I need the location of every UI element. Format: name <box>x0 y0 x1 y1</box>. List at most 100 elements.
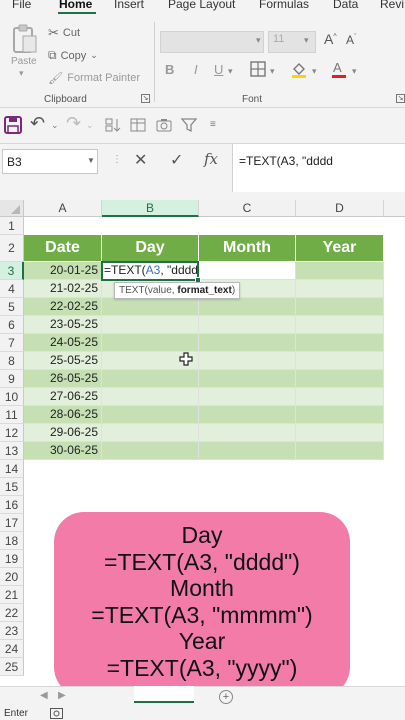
row-header[interactable]: 25 <box>0 658 24 676</box>
row-header[interactable]: 19 <box>0 550 24 568</box>
paste-icon[interactable] <box>12 24 38 54</box>
bold-button[interactable]: B <box>165 62 174 77</box>
underline-button[interactable]: U <box>214 62 223 77</box>
table-cell[interactable] <box>296 316 384 334</box>
paste-dropdown-icon[interactable]: ▾ <box>19 68 24 79</box>
row-header[interactable]: 9 <box>0 370 24 388</box>
add-sheet-icon[interactable]: + <box>219 690 233 704</box>
column-header-c[interactable]: C <box>199 200 296 217</box>
row-header[interactable]: 3 <box>0 262 24 280</box>
table-cell[interactable] <box>296 388 384 406</box>
next-sheet-icon[interactable]: ▶ <box>58 690 66 701</box>
row-header[interactable]: 17 <box>0 514 24 532</box>
table-cell[interactable] <box>296 370 384 388</box>
table-cell[interactable] <box>102 424 199 442</box>
cut-button[interactable]: ✂ Cut <box>48 25 80 41</box>
date-cell[interactable]: 22-02-25 <box>24 298 102 316</box>
table-cell[interactable] <box>296 280 384 298</box>
row-header[interactable]: 4 <box>0 280 24 298</box>
name-box[interactable]: B3 <box>2 149 98 174</box>
select-all-button[interactable] <box>0 200 24 217</box>
row-header[interactable]: 15 <box>0 478 24 496</box>
clipboard-launcher-icon[interactable]: ↘ <box>141 94 150 103</box>
table-cell[interactable] <box>199 298 296 316</box>
table-cell[interactable] <box>296 424 384 442</box>
copy-button[interactable]: ⧉ Copy ⌄ <box>48 48 98 63</box>
font-name-select[interactable] <box>160 31 264 53</box>
table-cell[interactable] <box>199 388 296 406</box>
table-cell[interactable] <box>199 406 296 424</box>
table-cell[interactable] <box>199 442 296 460</box>
date-cell[interactable]: 20-01-25 <box>24 262 102 280</box>
row-header[interactable]: 10 <box>0 388 24 406</box>
font-launcher-icon[interactable]: ↘ <box>396 94 405 103</box>
table-cell[interactable] <box>199 316 296 334</box>
table-cell[interactable] <box>199 262 296 280</box>
save-icon[interactable] <box>4 116 22 134</box>
table-cell[interactable] <box>199 424 296 442</box>
tab-file[interactable]: File <box>12 0 31 11</box>
table-cell[interactable] <box>296 334 384 352</box>
row-header[interactable]: 2 <box>0 235 24 262</box>
borders-icon[interactable] <box>250 61 266 77</box>
table-header-cell[interactable]: Month <box>199 235 296 262</box>
row-header[interactable]: 18 <box>0 532 24 550</box>
tab-insert[interactable]: Insert <box>114 0 144 11</box>
tab-formulas[interactable]: Formulas <box>259 0 309 11</box>
tab-page-layout[interactable]: Page Layout <box>168 0 235 11</box>
row-header[interactable]: 5 <box>0 298 24 316</box>
date-cell[interactable]: 25-05-25 <box>24 352 102 370</box>
tab-home[interactable]: Home <box>59 0 92 11</box>
enter-check-icon[interactable]: ✓ <box>170 150 183 170</box>
column-header-d[interactable]: D <box>296 200 384 217</box>
tab-review[interactable]: Revi <box>380 0 404 11</box>
table-cell[interactable] <box>102 316 199 334</box>
row-header[interactable]: 7 <box>0 334 24 352</box>
row-header[interactable]: 11 <box>0 406 24 424</box>
table-cell[interactable] <box>102 298 199 316</box>
table-cell[interactable] <box>296 262 384 280</box>
row-header[interactable]: 8 <box>0 352 24 370</box>
table-cell[interactable] <box>296 442 384 460</box>
row-header[interactable]: 24 <box>0 640 24 658</box>
table-icon[interactable] <box>129 116 147 134</box>
redo-icon[interactable]: ↷ <box>66 113 81 134</box>
tab-data[interactable]: Data <box>333 0 358 11</box>
date-cell[interactable]: 28-06-25 <box>24 406 102 424</box>
customize-toolbar-icon[interactable]: ≡ <box>210 119 216 130</box>
table-cell[interactable] <box>199 352 296 370</box>
row-header[interactable]: 21 <box>0 586 24 604</box>
row-header[interactable]: 23 <box>0 622 24 640</box>
date-cell[interactable]: 27-06-25 <box>24 388 102 406</box>
table-cell[interactable] <box>296 352 384 370</box>
italic-button[interactable]: I <box>194 62 198 77</box>
row-header[interactable]: 20 <box>0 568 24 586</box>
column-header-a[interactable]: A <box>24 200 102 217</box>
date-cell[interactable]: 26-05-25 <box>24 370 102 388</box>
font-color-icon[interactable]: A <box>330 60 348 78</box>
paste-button[interactable]: Paste <box>11 56 37 67</box>
filter-icon[interactable] <box>180 116 198 134</box>
formula-input[interactable]: =TEXT(A3, "dddd <box>232 144 405 192</box>
sheet-tab-active[interactable] <box>134 686 194 703</box>
row-header[interactable]: 6 <box>0 316 24 334</box>
table-cell[interactable] <box>102 388 199 406</box>
date-cell[interactable]: 24-05-25 <box>24 334 102 352</box>
table-cell[interactable] <box>102 334 199 352</box>
undo-icon[interactable]: ↶ <box>30 113 45 134</box>
increase-font-icon[interactable]: A^ <box>324 31 337 47</box>
date-cell[interactable]: 30-06-25 <box>24 442 102 460</box>
table-cell[interactable] <box>102 442 199 460</box>
active-cell-b3[interactable]: =TEXT(A3, "dddd <box>101 261 199 281</box>
date-cell[interactable]: 23-05-25 <box>24 316 102 334</box>
table-cell[interactable] <box>296 406 384 424</box>
cancel-icon[interactable]: ✕ <box>134 150 147 170</box>
table-cell[interactable] <box>199 370 296 388</box>
row-header[interactable]: 1 <box>0 217 24 235</box>
tooltip-bold-arg[interactable]: format_text <box>177 285 231 296</box>
column-header-b[interactable]: B <box>102 200 199 217</box>
table-header-cell[interactable]: Year <box>296 235 384 262</box>
row-header[interactable]: 22 <box>0 604 24 622</box>
format-painter-button[interactable]: 🖌 Format Painter <box>48 71 140 85</box>
column-header-e[interactable] <box>384 200 405 217</box>
